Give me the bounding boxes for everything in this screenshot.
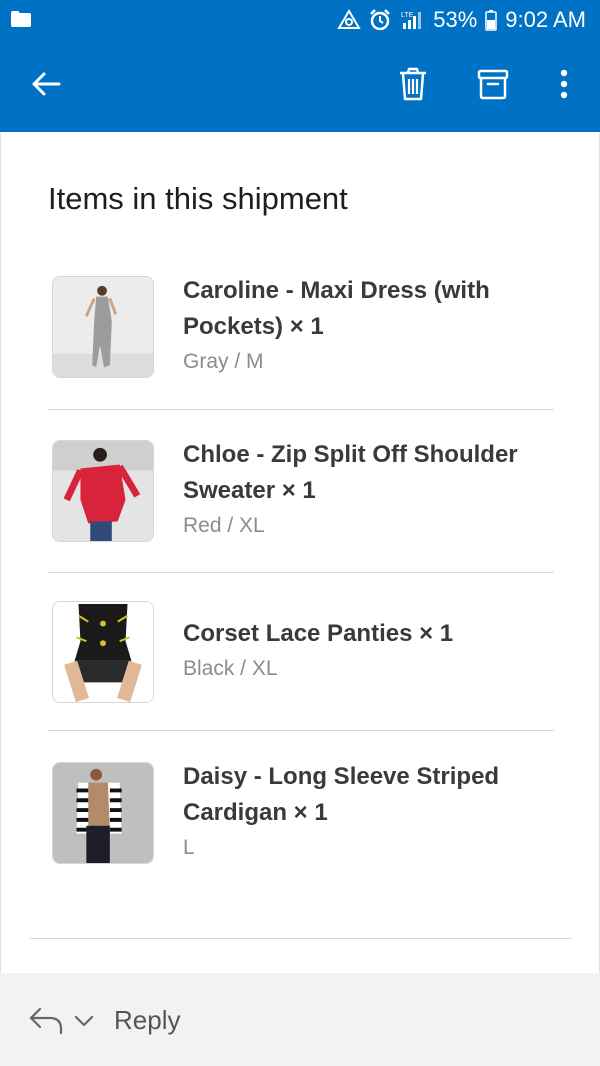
reply-bar: Reply — [0, 973, 600, 1066]
trash-icon — [398, 67, 428, 106]
product-image — [52, 440, 154, 542]
reply-button[interactable]: Reply — [114, 1005, 180, 1036]
divider — [48, 409, 554, 410]
reply-arrow-icon[interactable] — [28, 1005, 64, 1035]
item-name: Daisy - Long Sleeve Striped Cardigan × 1 — [183, 763, 500, 826]
folder-icon — [10, 10, 32, 28]
item-variant: L — [183, 836, 195, 859]
archive-button[interactable] — [469, 62, 517, 110]
clock-time: 9:02 AM — [505, 7, 586, 32]
message-body: Items in this shipment Caroline - Maxi D… — [0, 132, 600, 973]
delete-button[interactable] — [389, 62, 437, 110]
item-details: Chloe - Zip Split Off Shoulder Sweater ×… — [183, 437, 553, 542]
product-image — [52, 601, 154, 703]
svg-text:LTE: LTE — [401, 12, 414, 19]
more-options-button[interactable] — [540, 62, 588, 110]
archive-icon — [477, 68, 509, 105]
divider — [48, 572, 554, 573]
item-variant: Red / XL — [183, 514, 265, 537]
product-image — [52, 762, 154, 864]
sync-icon — [337, 9, 361, 31]
item-variant: Black / XL — [183, 657, 278, 680]
alarm-icon — [369, 9, 391, 31]
more-vertical-icon — [560, 69, 568, 104]
status-indicators: LTE 53% 9:02 AM — [337, 6, 586, 34]
signal-icon: LTE — [399, 9, 425, 31]
item-name: Caroline - Maxi Dress (with Pockets) × 1 — [183, 277, 490, 340]
product-image — [52, 276, 154, 378]
section-title: Items in this shipment — [48, 181, 348, 216]
back-arrow-icon — [31, 71, 61, 102]
item-details: Caroline - Maxi Dress (with Pockets) × 1… — [183, 273, 553, 378]
item-details: Corset Lace Panties × 1 Black / XL — [183, 616, 553, 685]
item-details: Daisy - Long Sleeve Striped Cardigan × 1… — [183, 759, 553, 864]
item-name: Corset Lace Panties × 1 — [183, 620, 454, 647]
item-name: Chloe - Zip Split Off Shoulder Sweater ×… — [183, 441, 518, 504]
divider — [30, 938, 572, 939]
item-variant: Gray / M — [183, 350, 264, 373]
divider — [48, 730, 554, 731]
app-bar — [0, 40, 600, 132]
battery-percent: 53% — [433, 7, 478, 32]
chevron-down-icon[interactable] — [73, 1013, 95, 1029]
back-button[interactable] — [22, 62, 70, 110]
status-bar: LTE 53% 9:02 AM — [0, 0, 600, 40]
battery-icon — [485, 9, 498, 31]
